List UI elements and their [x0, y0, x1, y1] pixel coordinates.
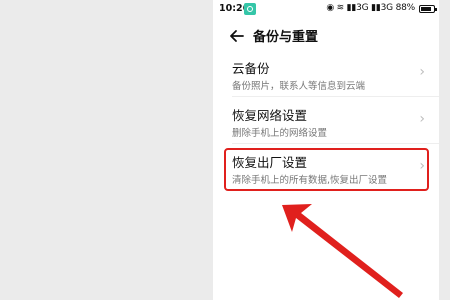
red-arrow-annotation — [282, 204, 403, 298]
